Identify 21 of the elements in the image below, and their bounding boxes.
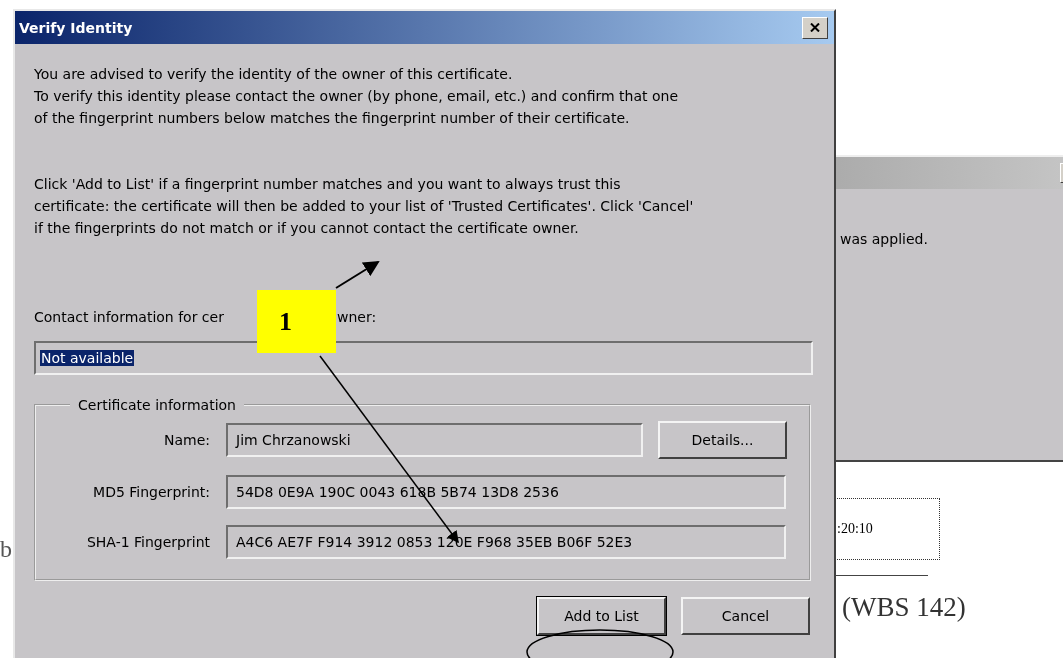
callout-label: 1	[257, 290, 336, 353]
field-label: Contact information for cer	[34, 309, 225, 325]
readonly-field[interactable]: Jim Chrzanowski	[226, 423, 643, 457]
cancel-button[interactable]: Cancel	[681, 597, 810, 635]
field-label: Name:	[162, 432, 210, 448]
group-title: Certificate information	[77, 397, 237, 413]
instruction-text: You are advised to verify the identity of the owner of this certificate. To verify this identity please contact the owner (by phone, email, etc.) and confirm that one of the fingerprint numbers below matches the fingerprint number of their certificate.	[34, 65, 680, 128]
add-button[interactable]: Add to List	[537, 597, 666, 635]
window-title: Verify Identity	[19, 19, 133, 36]
close-button[interactable]	[802, 16, 828, 39]
dialog-message: was applied.	[840, 231, 929, 247]
field-label: wner:	[337, 309, 377, 325]
contact-field[interactable]: Not available	[34, 341, 813, 375]
field-label: SHA-1 Fingerprint	[85, 534, 210, 550]
document-text: b	[0, 536, 12, 563]
field-label: MD5 Fingerprint:	[92, 484, 210, 500]
details-button[interactable]: Details...	[658, 421, 787, 459]
arrow	[335, 260, 380, 289]
instruction-text: Click 'Add to List' if a fingerprint number matches and you want to always trust this certificate: the certificate will then be added to your list of 'Trusted Certificates'. Click 'Cancel' if the fingerprints do not match or if you cannot contact the certificate owner.	[34, 175, 695, 238]
document-heading: (WBS 142)	[842, 592, 966, 623]
close-icon	[810, 23, 820, 32]
